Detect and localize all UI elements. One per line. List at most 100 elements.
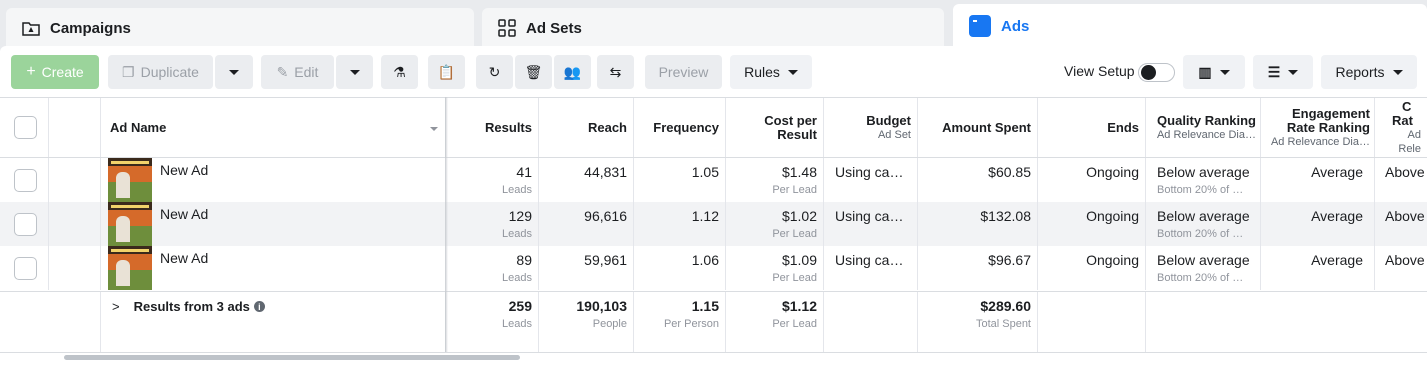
cpr-unit: Per Lead — [772, 184, 817, 196]
totals-spent-cell: $289.60 Total Spent — [918, 292, 1038, 352]
totals-spent-unit: Total Spent — [975, 318, 1031, 330]
col-conversion-ranking[interactable]: C Rat Ad Rele — [1375, 98, 1427, 157]
totals-results-value: 259 — [508, 298, 532, 314]
spent-value: $60.85 — [988, 164, 1031, 180]
col-ends[interactable]: Ends — [1038, 98, 1146, 157]
frequency-cell: 1.06 — [634, 246, 726, 290]
table-header: Ad Name Results Reach Frequency Cost per… — [0, 97, 1427, 158]
cpr-value: $1.09 — [781, 252, 817, 268]
cpr-unit: Per Lead — [772, 272, 817, 284]
export-button[interactable]: ⇆ — [597, 55, 634, 89]
engagement-value: Average — [1311, 252, 1363, 268]
audience-button[interactable]: 👥 — [554, 55, 591, 89]
edit-button[interactable]: ✎ Edit — [261, 55, 334, 89]
totals-cpr-cell: $1.12 Per Lead — [726, 292, 824, 352]
conversion-value: Above — [1385, 164, 1425, 180]
breakdown-button[interactable]: ☰ — [1253, 55, 1313, 89]
row-toggle-cell — [49, 246, 146, 290]
table-row[interactable]: New Ad 89 Leads 59,961 1.06 $1.09 Per Lead… — [0, 246, 1427, 290]
horizontal-scrollbar[interactable] — [64, 355, 520, 360]
totals-budget-cell — [824, 292, 918, 352]
preview-button[interactable]: Preview — [645, 55, 722, 89]
conversion-value: Above — [1385, 252, 1425, 268]
columns-icon: ▥ — [1198, 63, 1212, 80]
row-checkbox[interactable] — [14, 213, 37, 236]
tab-bar: Campaigns Ad Sets Ads — [0, 0, 1427, 48]
col-results[interactable]: Results — [446, 98, 539, 157]
budget-value: Using ca… — [835, 164, 904, 180]
info-icon[interactable]: i — [253, 301, 265, 312]
col-ad-name[interactable]: Ad Name — [101, 98, 446, 157]
chevron-down-icon — [1219, 69, 1230, 75]
engagement-value: Average — [1311, 208, 1363, 224]
engagement-cell: Average — [1261, 246, 1375, 290]
col-sublabel: Ad Set — [877, 128, 911, 141]
table-row[interactable]: New Ad 41 Leads 44,831 1.05 $1.48 Per Lead… — [0, 158, 1427, 202]
spent-cell: $132.08 — [918, 202, 1038, 246]
col-engagement-ranking[interactable]: Engagement Rate Ranking Ad Relevance Dia… — [1261, 98, 1375, 157]
revert-button[interactable]: ↻ — [476, 55, 513, 89]
row-select-cell — [0, 158, 49, 202]
chevron-right-icon[interactable]: > — [112, 299, 120, 314]
reports-label: Reports — [1335, 64, 1385, 80]
table-row[interactable]: New Ad 129 Leads 96,616 1.12 $1.02 Per Lea… — [0, 202, 1427, 246]
row-toggle-cell — [49, 158, 146, 202]
columns-button[interactable]: ▥ — [1183, 55, 1245, 89]
totals-spent-value: $289.60 — [980, 298, 1031, 314]
plus-icon: + — [26, 63, 36, 80]
totals-frequency-cell: 1.15 Per Person — [634, 292, 726, 352]
duplicate-button[interactable]: ❐ Duplicate — [108, 55, 213, 89]
totals-label-cell[interactable]: > Results from 3 ads i — [101, 292, 446, 352]
clipboard-button[interactable]: 📋 — [428, 55, 465, 89]
col-frequency[interactable]: Frequency — [634, 98, 726, 157]
quality-detail: Bottom 20% of … — [1157, 184, 1244, 196]
col-label: Results — [485, 119, 532, 135]
sort-icon[interactable] — [430, 127, 438, 131]
edit-dropdown-button[interactable] — [336, 55, 373, 89]
totals-results-cell: 259 Leads — [446, 292, 539, 352]
reports-button[interactable]: Reports — [1321, 55, 1417, 89]
quality-value: Below average — [1157, 208, 1250, 224]
totals-blank — [0, 292, 101, 352]
col-amount-spent[interactable]: Amount Spent — [918, 98, 1038, 157]
reach-cell: 44,831 — [539, 158, 634, 202]
results-value: 41 — [516, 164, 532, 180]
create-button[interactable]: + Create — [11, 55, 99, 89]
results-value: 89 — [516, 252, 532, 268]
col-sublabel: Ad Relevance Dia… — [1156, 128, 1256, 141]
breakdown-icon: ☰ — [1267, 63, 1281, 80]
budget-value: Using ca… — [835, 252, 904, 268]
engagement-cell: Average — [1261, 202, 1375, 246]
quality-cell: Below average Bottom 20% of … — [1146, 158, 1261, 202]
ends-value: Ongoing — [1086, 208, 1139, 224]
select-all-checkbox[interactable] — [14, 116, 37, 139]
conversion-cell: Above — [1375, 158, 1427, 202]
ab-test-button[interactable]: ⚗ — [381, 55, 418, 89]
ad-name-cell — [101, 246, 446, 290]
col-cost-per-result[interactable]: Cost per Result — [726, 98, 824, 157]
tab-ad-sets[interactable]: Ad Sets — [482, 8, 944, 48]
totals-reach-cell: 190,103 People — [539, 292, 634, 352]
ends-cell: Ongoing — [1038, 246, 1146, 290]
row-checkbox[interactable] — [14, 169, 37, 192]
totals-ends-cell — [1038, 292, 1146, 352]
budget-value: Using ca… — [835, 208, 904, 224]
col-budget[interactable]: Budget Ad Set — [824, 98, 918, 157]
rules-button[interactable]: Rules — [730, 55, 812, 89]
duplicate-dropdown-button[interactable] — [215, 55, 253, 89]
delete-button[interactable]: 🗑 — [515, 55, 552, 89]
tab-ads[interactable]: Ads — [953, 4, 1427, 48]
col-label: Result — [777, 126, 817, 142]
cpr-cell: $1.02 Per Lead — [726, 202, 824, 246]
col-quality-ranking[interactable]: Quality Ranking Ad Relevance Dia… — [1146, 98, 1261, 157]
ends-cell: Ongoing — [1038, 158, 1146, 202]
row-checkbox[interactable] — [14, 257, 37, 280]
col-label: Engagement — [1291, 105, 1370, 121]
tab-campaigns[interactable]: Campaigns — [6, 8, 474, 48]
reach-cell: 96,616 — [539, 202, 634, 246]
view-setup-toggle[interactable] — [1138, 63, 1175, 82]
col-reach[interactable]: Reach — [539, 98, 634, 157]
reach-value: 44,831 — [584, 164, 627, 180]
duplicate-icon: ❐ — [122, 63, 135, 80]
col-label: Ends — [1107, 119, 1139, 135]
